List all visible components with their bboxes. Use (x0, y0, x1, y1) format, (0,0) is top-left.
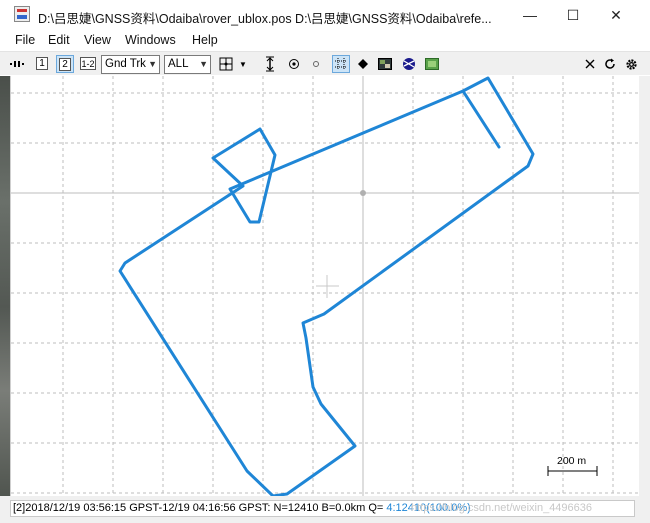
chevron-down-icon: ▼ (199, 59, 208, 69)
status-text: [2]2018/12/19 03:56:15 GPST-12/19 04:16:… (10, 500, 635, 517)
center-dropdown-icon[interactable]: ▼ (238, 55, 248, 73)
quality-value: ALL (168, 58, 189, 70)
origin-icon[interactable] (285, 55, 303, 73)
gear-icon[interactable] (622, 55, 640, 73)
cursor-crosshair (316, 275, 339, 298)
scale-label: 200 m (557, 455, 587, 467)
background-image-strip (0, 76, 10, 496)
title-bar: D:\吕思婕\GNSS资料\Odaiba\rover_ublox.pos D:\… (0, 0, 650, 30)
solution-2-label: 2 (59, 57, 71, 71)
menu-view[interactable]: View (84, 33, 111, 47)
minimize-button[interactable]: — (510, 0, 550, 30)
close-window-button[interactable]: ✕ (596, 0, 636, 30)
solution-2-button[interactable]: 2 (56, 55, 74, 73)
globe-icon[interactable] (400, 55, 418, 73)
plot-type-value: Gnd Trk (105, 58, 146, 70)
fit-vertical-icon[interactable] (261, 55, 279, 73)
small-dot-icon[interactable] (307, 55, 325, 73)
menu-help[interactable]: Help (192, 33, 218, 47)
status-time-range: 2018/12/19 03:56:15 GPST-12/19 04:16:56 … (25, 502, 268, 514)
ground-track-canvas (11, 76, 639, 496)
status-counts: : N=12410 B=0.0km Q= (267, 502, 384, 514)
origin-marker (360, 190, 366, 196)
status-bar: [2]2018/12/19 03:56:15 GPST-12/19 04:16:… (0, 496, 650, 523)
center-icon[interactable] (217, 55, 235, 73)
ground-track-plot[interactable]: 200 m (10, 76, 639, 496)
toolbar: 1 2 1-2 Gnd Trk ▼ ALL ▼ ▼ (0, 51, 650, 75)
show-stats-icon[interactable] (9, 55, 27, 73)
menu-bar: File Edit View Windows Help (0, 30, 650, 50)
quality-select[interactable]: ALL ▼ (164, 55, 211, 74)
menu-edit[interactable]: Edit (48, 33, 70, 47)
layer-icon[interactable] (423, 55, 441, 73)
status-solution-index: [2] (13, 502, 26, 514)
app-icon (14, 6, 30, 22)
window-title: D:\吕思婕\GNSS资料\Odaiba\rover_ublox.pos D:\… (38, 12, 492, 26)
menu-file[interactable]: File (15, 33, 35, 47)
solution-1-2-button[interactable]: 1-2 (80, 57, 96, 70)
scale-bar (547, 466, 598, 476)
menu-windows[interactable]: Windows (125, 33, 176, 47)
reload-icon[interactable] (601, 55, 619, 73)
right-margin (639, 76, 650, 496)
map-image-icon[interactable] (376, 55, 394, 73)
solution-1-button[interactable]: 1 (36, 57, 48, 70)
watermark-text: https://blog.csdn.net/weixin_4496636 (411, 502, 593, 514)
maximize-button[interactable]: ☐ (553, 0, 593, 30)
grid-icon[interactable] (332, 55, 350, 73)
close-icon[interactable] (581, 55, 599, 73)
plot-type-select[interactable]: Gnd Trk ▼ (101, 55, 160, 74)
chevron-down-icon: ▼ (148, 59, 157, 69)
point-icon[interactable] (354, 55, 372, 73)
